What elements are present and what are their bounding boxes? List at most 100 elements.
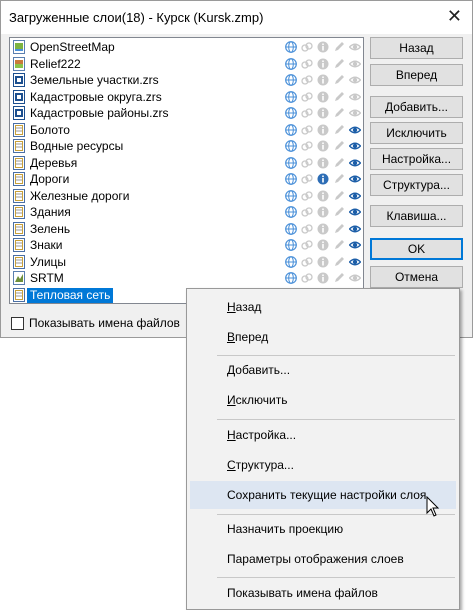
info-icon[interactable]	[317, 91, 329, 103]
layer-row[interactable]: SRTM	[11, 270, 362, 287]
globe-icon[interactable]	[285, 156, 297, 169]
info-icon[interactable]	[317, 272, 329, 284]
pencil-icon[interactable]	[333, 41, 345, 53]
menu-item-add[interactable]: Добавить...	[190, 356, 456, 384]
link-icon[interactable]	[301, 74, 313, 86]
globe-icon[interactable]	[285, 90, 297, 103]
settings-button[interactable]: Настройка...	[370, 148, 463, 170]
info-icon[interactable]	[317, 173, 329, 185]
layer-row[interactable]: Кадастровые округа.zrs	[11, 89, 362, 106]
menu-item-back[interactable]: Назад	[190, 293, 456, 321]
pencil-icon[interactable]	[333, 223, 345, 235]
link-icon[interactable]	[301, 206, 313, 218]
pencil-icon[interactable]	[333, 58, 345, 70]
menu-item-exclude[interactable]: Исключить	[190, 386, 456, 414]
globe-icon[interactable]	[285, 272, 297, 284]
globe-icon[interactable]	[285, 140, 297, 152]
eye-icon[interactable]	[348, 157, 362, 169]
link-icon[interactable]	[301, 140, 313, 152]
menu-item-show-file-names[interactable]: Показывать имена файлов	[190, 579, 456, 607]
eye-icon[interactable]	[348, 58, 362, 70]
layer-row[interactable]: Relief222	[11, 56, 362, 73]
info-icon[interactable]	[317, 223, 329, 235]
menu-item-display-params[interactable]: Параметры отображения слоев	[190, 545, 456, 573]
link-icon[interactable]	[301, 91, 313, 103]
link-icon[interactable]	[301, 173, 313, 185]
link-icon[interactable]	[301, 41, 313, 53]
info-icon[interactable]	[317, 157, 329, 169]
eye-icon[interactable]	[348, 223, 362, 235]
pencil-icon[interactable]	[333, 239, 345, 251]
info-icon[interactable]	[317, 41, 329, 53]
cancel-button[interactable]: Отмена	[370, 266, 463, 288]
globe-icon[interactable]	[285, 173, 297, 185]
link-icon[interactable]	[301, 124, 313, 136]
info-icon[interactable]	[317, 140, 329, 152]
eye-icon[interactable]	[348, 256, 362, 268]
eye-icon[interactable]	[348, 124, 362, 136]
globe-icon[interactable]	[285, 255, 297, 268]
pencil-icon[interactable]	[333, 107, 345, 119]
globe-icon[interactable]	[285, 239, 297, 251]
globe-icon[interactable]	[285, 123, 297, 136]
layer-row[interactable]: Дороги	[11, 171, 362, 188]
globe-icon[interactable]	[285, 107, 297, 119]
layer-row[interactable]: Знаки	[11, 237, 362, 254]
pencil-icon[interactable]	[333, 256, 345, 268]
eye-icon[interactable]	[348, 41, 362, 53]
pencil-icon[interactable]	[333, 157, 345, 169]
structure-button[interactable]: Структура...	[370, 174, 463, 196]
menu-item-forward[interactable]: Вперед	[190, 323, 456, 351]
eye-icon[interactable]	[348, 140, 362, 152]
pencil-icon[interactable]	[333, 190, 345, 202]
layer-row[interactable]: Болото	[11, 122, 362, 139]
globe-icon[interactable]	[285, 206, 297, 218]
eye-icon[interactable]	[348, 272, 362, 284]
globe-icon[interactable]	[285, 189, 297, 202]
pencil-icon[interactable]	[333, 74, 345, 86]
ok-button[interactable]: OK	[370, 238, 463, 260]
pencil-icon[interactable]	[333, 124, 345, 136]
eye-icon[interactable]	[348, 206, 362, 218]
show-file-names-checkbox[interactable]	[11, 317, 24, 330]
layer-list[interactable]: OpenStreetMap Relief222 Земельные участки.…	[9, 37, 364, 304]
close-icon[interactable]: ✕	[447, 5, 462, 27]
info-icon[interactable]	[317, 74, 329, 86]
link-icon[interactable]	[301, 256, 313, 268]
layer-row[interactable]: Водные ресурсы	[11, 138, 362, 155]
layer-row[interactable]: Деревья	[11, 155, 362, 172]
layer-row[interactable]: Железные дороги	[11, 188, 362, 205]
layer-row[interactable]: Зелень	[11, 221, 362, 238]
link-icon[interactable]	[301, 239, 313, 251]
eye-icon[interactable]	[348, 74, 362, 86]
menu-item-save-settings[interactable]: Сохранить текущие настройки слоя	[190, 481, 456, 509]
link-icon[interactable]	[301, 157, 313, 169]
eye-icon[interactable]	[348, 173, 362, 185]
up-button[interactable]: Назад	[370, 37, 463, 59]
pencil-icon[interactable]	[333, 91, 345, 103]
info-icon[interactable]	[317, 190, 329, 202]
globe-icon[interactable]	[285, 222, 297, 235]
globe-icon[interactable]	[285, 41, 297, 53]
info-icon[interactable]	[317, 124, 329, 136]
pencil-icon[interactable]	[333, 206, 345, 218]
eye-icon[interactable]	[348, 190, 362, 202]
info-icon[interactable]	[317, 58, 329, 70]
info-icon[interactable]	[317, 239, 329, 251]
add-button[interactable]: Добавить...	[370, 96, 463, 118]
down-button[interactable]: Вперед	[370, 64, 463, 86]
link-icon[interactable]	[301, 58, 313, 70]
layer-row[interactable]: Улицы	[11, 254, 362, 271]
menu-item-assign-projection[interactable]: Назначить проекцию	[190, 515, 456, 543]
menu-item-settings[interactable]: Настройка...	[190, 421, 456, 449]
pencil-icon[interactable]	[333, 140, 345, 152]
pencil-icon[interactable]	[333, 173, 345, 185]
eye-icon[interactable]	[348, 107, 362, 119]
link-icon[interactable]	[301, 272, 313, 284]
remove-button[interactable]: Исключить	[370, 122, 463, 144]
menu-item-structure[interactable]: Структура...	[190, 451, 456, 479]
globe-icon[interactable]	[285, 57, 297, 70]
keys-button[interactable]: Клавиша...	[370, 205, 463, 227]
link-icon[interactable]	[301, 190, 313, 202]
layer-row[interactable]: OpenStreetMap	[11, 39, 362, 56]
